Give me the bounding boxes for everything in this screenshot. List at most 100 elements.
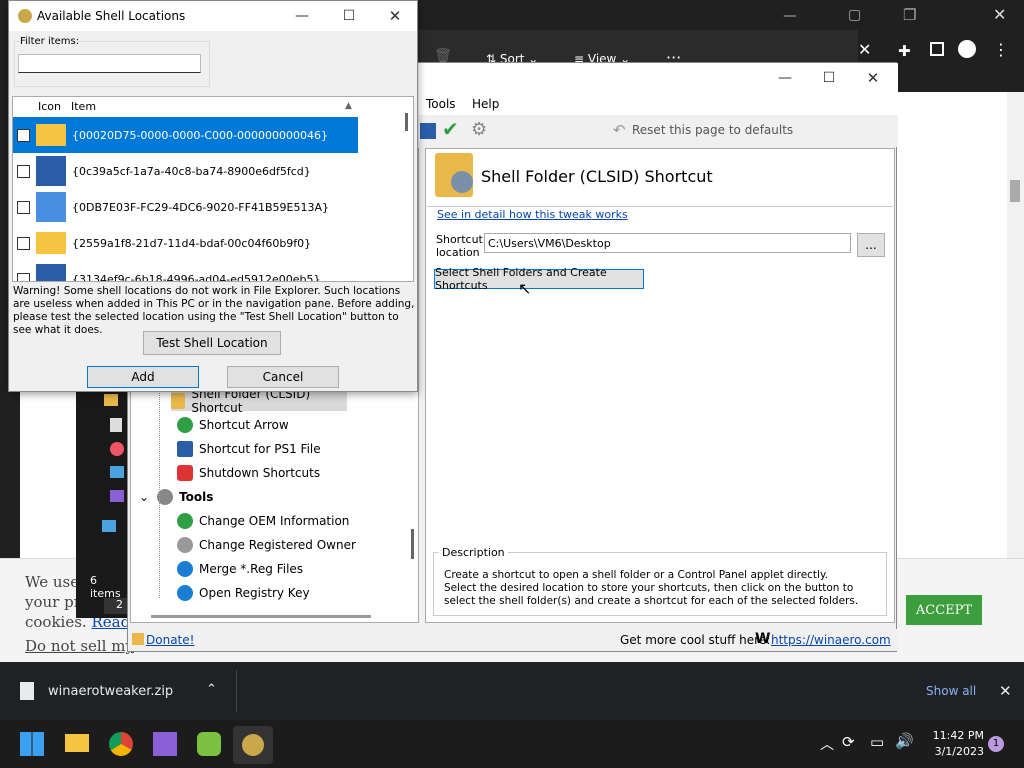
gear-icon[interactable]: ⚙ [471,119,487,140]
close-downloads-icon[interactable]: ✕ [999,682,1012,700]
tree-item-shell-folder[interactable]: Shell Folder (CLSID) Shortcut [171,387,347,415]
volume-icon[interactable]: 🔊 [895,732,914,750]
select-shell-folders-button[interactable]: Select Shell Folders and Create Shortcut… [434,266,644,292]
column-item[interactable]: Item [71,100,96,113]
tree-group-tools[interactable]: ⌄ Tools [139,487,213,507]
shell-locations-list: Icon Item ▲ {00020D75-0000-0000-C000-000… [12,96,414,282]
item-count: 6 items [90,574,121,600]
tree-item-oem[interactable]: Change OEM Information [177,511,349,531]
clock[interactable]: 11:42 PM 3/1/2023 [922,728,984,760]
menu-help[interactable]: Help [472,97,499,111]
row-checkbox[interactable] [17,236,30,250]
list-item[interactable]: {3134ef9c-6b18-4996-ad04-ed5912e00eb5} [13,261,358,281]
network-icon[interactable] [102,520,116,532]
close-icon[interactable]: ✕ [858,40,871,59]
file-explorer-icon[interactable] [65,734,89,752]
taskbar: ︿ ⟳ ▭ 🔊 11:42 PM 3/1/2023 1 [0,720,1024,768]
reg-merge-icon [177,561,193,577]
tree-item-shortcut-arrow[interactable]: Shortcut Arrow [177,415,289,435]
page-title: Shell Folder (CLSID) Shortcut [481,167,713,186]
cancel-button[interactable]: Cancel [227,366,339,388]
add-button[interactable]: Add [87,366,199,388]
list-item[interactable]: {2559a1f8-21d7-11d4-bdaf-00c04f60b9f0} [13,225,358,261]
status-bar: Donate! Get more cool stuff here: W http… [128,629,898,651]
row-checkbox[interactable] [17,272,30,281]
music-icon[interactable] [110,442,124,456]
start-icon[interactable] [20,732,44,756]
owner-icon [177,537,193,553]
tree-item-shutdown[interactable]: Shutdown Shortcuts [177,463,320,483]
browser-close-icon[interactable]: ✕ [993,5,1006,24]
extensions-icon[interactable]: ✚ [898,42,911,60]
tree-hscroll[interactable] [151,615,371,618]
menu-tools[interactable]: Tools [426,97,456,111]
tree-item-ps1[interactable]: Shortcut for PS1 File [177,439,321,459]
show-all-button[interactable]: Show all [926,684,976,698]
tree-item-merge-reg[interactable]: Merge *.Reg Files [177,559,303,579]
dialog-minimize-button[interactable]: — [279,1,325,31]
visual-studio-icon[interactable] [153,732,177,756]
browser-restore-icon[interactable]: ❐ [903,6,916,24]
sync-icon[interactable]: ⟳ [842,733,855,751]
game-icon[interactable] [197,732,221,756]
sidepanel-icon[interactable] [930,42,944,56]
filter-input[interactable] [18,54,201,73]
browser-maximize-icon[interactable]: ▢ [848,7,861,23]
3d-objects-icon [36,192,66,222]
folder-icon[interactable] [104,394,118,406]
list-item[interactable]: {0c39a5cf-1a7a-40c8-ba74-8900e6df5fcd} [13,153,358,189]
row-checkbox[interactable] [17,164,30,178]
list-item[interactable]: {00020D75-0000-0000-C000-000000000046} [13,117,358,153]
filter-label: Filter items: [20,36,80,47]
date: 3/1/2023 [934,745,984,758]
list-item[interactable]: {0DB7E03F-FC29-4DC6-9020-FF41B59E513A} [13,189,358,225]
notification-badge[interactable]: 1 [988,736,1004,752]
dialog-title-bar: Available Shell Locations — ☐ ✕ [9,1,417,31]
shortcut-location-label: Shortcut location [436,233,483,259]
documents-icon[interactable] [110,418,122,432]
checkmark-icon[interactable]: ✔ [442,117,459,141]
dialog-title: Available Shell Locations [37,9,186,23]
download-item[interactable]: winaerotweaker.zip [48,684,173,699]
browser-minimize-icon[interactable]: — [783,8,797,24]
tree-item-registry[interactable]: Open Registry Key [177,583,310,603]
tray-chevron-icon[interactable]: ︿ [820,734,834,754]
reset-button[interactable]: Reset this page to defaults [632,123,793,137]
maximize-button[interactable]: ☐ [806,63,852,93]
column-icon[interactable]: Icon [38,100,61,113]
winaero-logo-icon: W [755,631,771,647]
pictures-icon[interactable] [110,466,124,478]
videos-icon[interactable] [110,490,124,502]
row-checkbox[interactable] [17,200,30,214]
tree-item-owner[interactable]: Change Registered Owner [177,535,356,555]
browser-menu-icon[interactable]: ⋮ [993,40,1009,59]
list-scrollbar[interactable] [405,113,408,131]
row-checkbox[interactable] [17,128,30,142]
profile-icon[interactable] [958,40,976,58]
dialog-close-button[interactable]: ✕ [372,1,418,31]
details-link[interactable]: See in detail how this tweak works [437,208,628,221]
tree-vscroll[interactable] [411,529,414,559]
minimize-button[interactable]: — [762,63,808,93]
shortcut-location-input[interactable] [484,233,851,253]
accept-button[interactable]: ACCEPT [906,595,982,625]
powershell-icon [177,441,193,457]
display-icon[interactable]: ▭ [870,733,884,751]
winaero-icon [242,734,264,756]
chrome-icon[interactable] [109,732,133,756]
dialog-maximize-button[interactable]: ☐ [326,1,372,31]
close-button[interactable]: ✕ [850,63,896,93]
registry-icon [177,585,193,601]
oem-icon [177,513,193,529]
more-stuff-label: Get more cool stuff here: [620,633,771,647]
winaero-link[interactable]: https://winaero.com [771,633,891,647]
test-shell-location-button[interactable]: Test Shell Location [143,331,281,355]
chevron-up-icon[interactable]: ⌃ [206,682,217,697]
shortcut-icon[interactable] [420,123,436,139]
do-not-sell-link[interactable]: Do not sell my [25,636,134,656]
donate-link[interactable]: Donate! [146,633,194,647]
folder-icon [36,124,66,146]
browse-button[interactable]: ... [857,233,885,257]
network-shortcut-icon [36,156,66,186]
chevron-down-icon[interactable]: ⌄ [139,490,149,504]
